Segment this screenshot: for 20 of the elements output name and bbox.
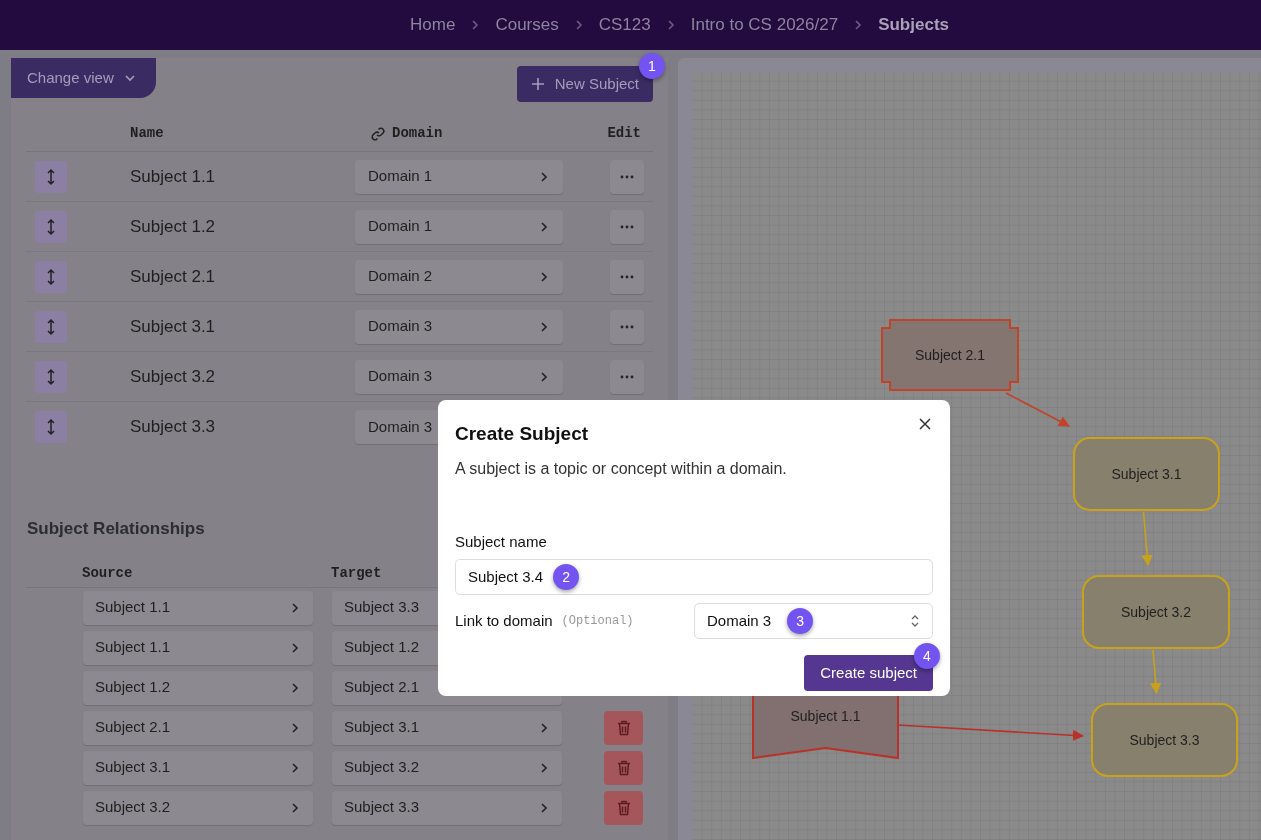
dialog-description: A subject is a topic or concept within a domain. — [455, 458, 788, 479]
subject-name: Subject 1.2 — [130, 215, 217, 238]
optional-hint: (Optional) — [561, 613, 634, 630]
step-badge: 3 — [787, 608, 814, 634]
column-header: Edit — [607, 124, 641, 143]
subject-name: Subject 3.1 — [130, 315, 217, 338]
subject-name: Subject 3.2 — [130, 365, 217, 388]
column-header: Target — [331, 563, 382, 583]
section-title: Subject Relationships — [27, 518, 206, 540]
column-header: Domain — [392, 124, 443, 143]
subject-name: Subject 3.3 — [130, 416, 217, 439]
column-header: Source — [82, 563, 134, 583]
field-label: Link to domain — [455, 610, 553, 631]
step-badge: 4 — [914, 643, 940, 669]
subject-name: Subject 2.1 — [130, 265, 217, 288]
subject-name: Subject 1.1 — [130, 165, 217, 188]
step-badge: 2 — [553, 564, 580, 590]
step-badge: 1 — [639, 53, 665, 79]
field-label: Subject name — [455, 531, 548, 552]
column-header: Name — [130, 124, 165, 143]
